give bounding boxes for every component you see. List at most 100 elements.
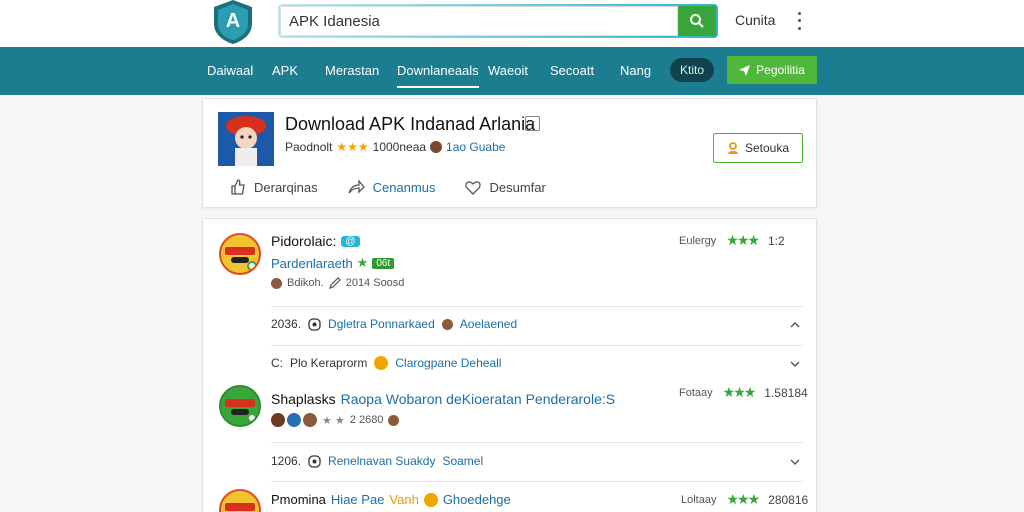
nav-item-6[interactable]: Secoatt <box>550 63 594 78</box>
row3-link2[interactable]: Soamel <box>442 454 483 468</box>
app-title: Download APK Indanad Arlania <box>285 114 536 134</box>
chevron-down-icon[interactable] <box>789 358 801 370</box>
row1-link2[interactable]: Aoelaened <box>460 317 517 331</box>
row3-prefix: 1206. <box>271 454 302 468</box>
item2-stars: ★★★ <box>722 384 757 400</box>
chevron-up-icon[interactable] <box>789 319 801 331</box>
item3-rating: Loltaay ★★★ 280816 <box>681 491 808 508</box>
item1-score: 1:2 <box>767 233 785 248</box>
chevron-down-icon[interactable] <box>789 456 801 468</box>
item1-subtitle-row: Pardenlaraeth ★ 06t <box>271 255 395 271</box>
row2-prefix: C: <box>271 356 283 370</box>
expand-row-3[interactable]: 1206. Renelnavan Suakdy Soamel <box>271 454 483 468</box>
item1-right-label: Eulergy <box>679 234 717 247</box>
nav-item-3[interactable]: Merastan <box>325 63 379 78</box>
nav-cta-button[interactable]: Pegoilitia <box>727 56 817 84</box>
row1-prefix: 2036. <box>271 317 302 331</box>
meta-prefix: Paodnolt <box>285 140 333 154</box>
row2-link[interactable]: Clarogpane Deheall <box>395 356 501 370</box>
expand-row-1[interactable]: 2036. Dgletra Ponnarkaed Aoelaened <box>271 317 517 331</box>
share-action[interactable]: Cenanmus <box>347 179 436 195</box>
item2-icon[interactable] <box>219 385 261 427</box>
rating-stars: ★★★ <box>336 140 369 154</box>
header-action-button[interactable]: Setouka <box>713 133 803 163</box>
item1-size: 2014 Soosd <box>345 277 405 289</box>
info-icon[interactable]: z <box>525 116 540 131</box>
like-label: Derarqinas <box>254 179 318 195</box>
item3-title[interactable]: Pmomina <box>271 492 326 507</box>
info-icon <box>308 317 321 331</box>
author-avatar <box>441 318 453 330</box>
nav-item-7[interactable]: Nang <box>620 63 651 78</box>
row2-text: Plo Keraprorm <box>290 356 368 370</box>
meta-link[interactable]: 1ao Guabe <box>446 140 505 154</box>
row1-link1[interactable]: Dgletra Ponnarkaed <box>328 317 435 331</box>
divider <box>271 481 803 482</box>
search-button[interactable] <box>678 6 716 36</box>
app-actions: Derarqinas Cenanmus Desumfar <box>230 179 546 195</box>
green-star-icon: ★ <box>356 255 369 270</box>
send-icon <box>739 64 751 76</box>
divider <box>271 306 803 307</box>
nav-cta-label: Pegoilitia <box>756 63 805 77</box>
item1-meta: Bdikoh. 2014 Soosd <box>271 277 404 289</box>
item3-stars: ★★★ <box>726 491 760 507</box>
app-meta: Paodnolt ★★★ 1000neaa 1ao Guabe <box>285 140 505 154</box>
nav-item-2[interactable]: APK <box>272 63 298 78</box>
item3-right-label: Loltaay <box>681 493 717 506</box>
gray-stars-icon: ★ ★ <box>322 414 345 427</box>
header-action-label: Setouka <box>744 141 790 155</box>
app-thumbnail <box>218 112 274 166</box>
item3-title-row: Pmomina Hiae Pae Vanh Ghoedehge <box>271 492 511 507</box>
logo-text: A <box>226 10 240 32</box>
nav-item-4-active[interactable]: Downlaneaals <box>397 63 479 88</box>
item1-title[interactable]: Pidorolaic: <box>271 233 336 249</box>
item3-score: 280816 <box>768 492 809 507</box>
app-header-card: Download APK Indanad Arlania z Paodnolt … <box>202 98 817 208</box>
expand-row-2[interactable]: C: Plo Keraprorm Clarogpane Deheall <box>271 356 501 370</box>
item3-link1[interactable]: Hiae Pae <box>331 492 384 507</box>
nav-item-1[interactable]: Daiwaal <box>207 63 253 78</box>
item2-title-row: Shaplasks Raopa Wobaron deKioeratan Pend… <box>271 391 615 407</box>
item2-right-label: Fotaay <box>679 386 713 399</box>
badge-icon <box>423 492 438 507</box>
author-avatar <box>430 141 443 153</box>
item3-link2[interactable]: Vanh <box>389 492 418 507</box>
item1-sub-badge: 06t <box>372 257 395 269</box>
item1-author: Bdikoh. <box>287 277 324 289</box>
item1-subtitle[interactable]: Pardenlaraeth <box>271 256 353 271</box>
share-label: Cenanmus <box>372 179 436 195</box>
thumbs-up-icon <box>231 179 245 195</box>
item1-icon[interactable] <box>219 233 261 275</box>
row3-link1[interactable]: Renelnavan Suakdy <box>328 454 435 468</box>
item2-meta: ★ ★ 2 2680 <box>271 413 400 427</box>
badge-icon <box>374 356 389 370</box>
heart-icon <box>465 180 482 195</box>
item3-icon[interactable] <box>219 489 261 512</box>
like-action[interactable]: Derarqinas <box>230 179 318 195</box>
site-logo[interactable]: A <box>208 0 258 46</box>
favorite-action[interactable]: Desumfar <box>465 179 546 195</box>
search-bar <box>278 4 718 38</box>
favorite-label: Desumfar <box>489 179 546 195</box>
item2-count: 2 2680 <box>349 414 384 426</box>
nav-item-5[interactable]: Waeoit <box>488 63 528 78</box>
more-menu-icon[interactable] <box>790 10 808 32</box>
results-list-card: Pidorolaic: @ Pardenlaraeth ★ 06t Bdikoh… <box>202 218 817 512</box>
item1-stars: ★★★ <box>726 232 760 248</box>
avatar <box>287 413 301 427</box>
nav-pill-button[interactable]: Ktito <box>670 58 714 82</box>
author-avatar <box>271 277 282 289</box>
author-avatar <box>388 414 400 426</box>
search-input[interactable] <box>280 6 678 36</box>
main-nav: Daiwaal APK Merastan Downlaneaals Waeoit… <box>0 47 1024 95</box>
top-account-link[interactable]: Cunita <box>735 12 775 28</box>
pencil-icon <box>328 277 341 289</box>
divider <box>271 345 803 346</box>
item1-rating: Eulergy ★★★ 1:2 <box>679 232 785 249</box>
info-icon <box>308 454 321 468</box>
avatar <box>271 413 285 427</box>
item3-link3[interactable]: Ghoedehge <box>443 492 511 507</box>
item2-subtitle[interactable]: Raopa Wobaron deKioeratan Penderarole:S <box>341 391 615 407</box>
item2-title[interactable]: Shaplasks <box>271 391 336 407</box>
